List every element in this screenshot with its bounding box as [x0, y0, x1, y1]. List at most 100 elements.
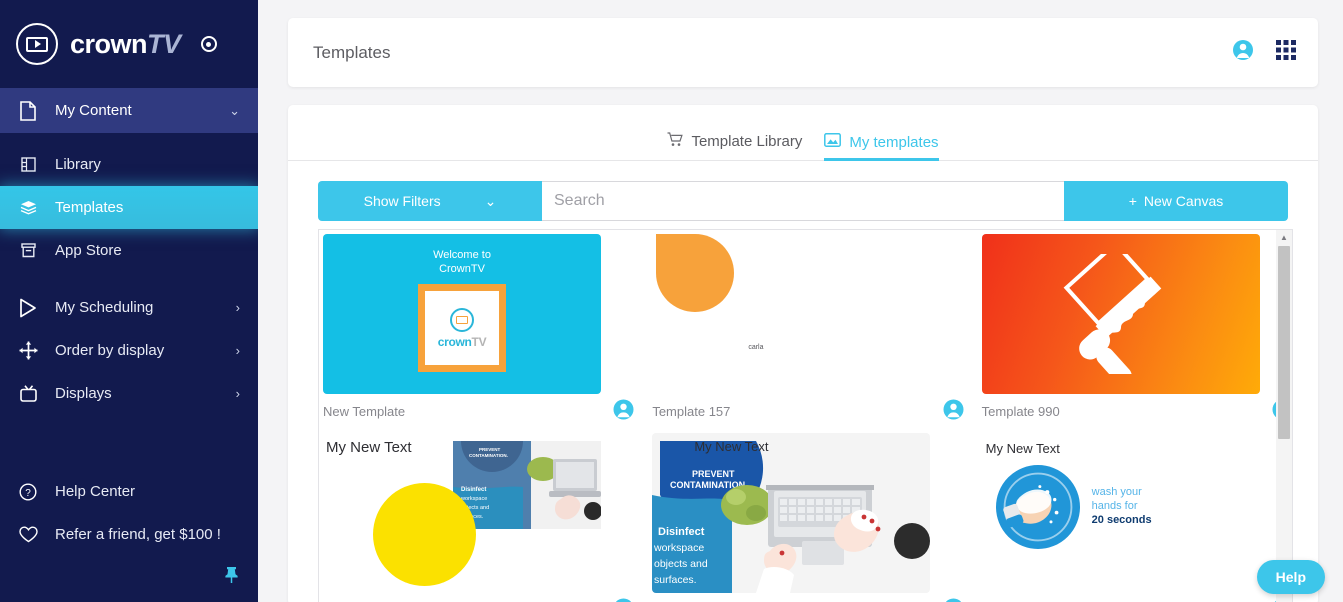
sidebar-item-templates[interactable]: Templates: [0, 186, 258, 229]
sidebar-item-displays[interactable]: Displays ›: [0, 372, 258, 415]
user-avatar-icon[interactable]: [943, 598, 964, 602]
thumb-text-line1: Welcome to: [433, 249, 491, 261]
image-frame-icon: [824, 133, 842, 151]
wash-hands-icon: [995, 465, 1080, 549]
sidebar: crownTV My Content ⌄ Library Templates A…: [0, 0, 258, 602]
sidebar-item-app-store[interactable]: App Store: [0, 229, 258, 272]
sidebar-item-label: My Scheduling: [55, 299, 154, 316]
sidebar-group-label: My Content: [55, 102, 132, 119]
template-name: Template 157: [652, 404, 731, 419]
sidebar-item-label: Refer a friend, get $100 !: [55, 526, 221, 543]
thumb-logo-suffix: TV: [471, 334, 487, 349]
tab-bar: Template Library My templates: [288, 125, 1318, 161]
template-card[interactable]: Template 990: [981, 234, 1293, 424]
play-triangle-icon: [17, 297, 39, 319]
scroll-up-arrow-icon[interactable]: ▲: [1276, 230, 1292, 244]
vertical-scrollbar[interactable]: ▲: [1276, 229, 1293, 602]
user-avatar-icon[interactable]: [1232, 39, 1254, 66]
wash-caption-line1: wash your: [1091, 486, 1142, 498]
sidebar-item-label: Templates: [55, 199, 124, 216]
brand-name-main: crown: [70, 28, 148, 59]
svg-text:PREVENT: PREVENT: [692, 469, 735, 479]
thumb-logo-main: crown: [437, 334, 472, 349]
orange-blob-shape: [656, 234, 735, 312]
template-card[interactable]: Welcome to CrownTV crownTV New Template: [323, 234, 634, 424]
template-thumbnail-yellow-circle[interactable]: My New Text PREVENT CONTAMINATION. Disin…: [323, 433, 601, 593]
page-title: Templates: [313, 42, 391, 62]
question-circle-icon: ?: [17, 481, 39, 503]
tab-template-library[interactable]: Template Library: [667, 132, 802, 161]
thumb-caption: carla: [748, 344, 764, 351]
library-grid-icon: [17, 154, 39, 176]
record-dot-icon: [200, 36, 217, 52]
template-thumbnail-paint-brush[interactable]: [981, 234, 1260, 394]
sidebar-item-label: Help Center: [55, 483, 136, 500]
template-card-footer: Template 157: [652, 394, 964, 425]
template-card-footer: Template 990: [982, 394, 1293, 424]
tv-icon: [17, 383, 39, 405]
chevron-right-icon: ›: [235, 300, 240, 315]
yellow-circle-shape: [373, 483, 476, 586]
brand-name-suffix: TV: [147, 28, 181, 59]
svg-text:?: ?: [25, 488, 31, 499]
user-avatar-icon[interactable]: [943, 399, 964, 425]
templates-grid-wrapper: Welcome to CrownTV crownTV New Template …: [318, 229, 1293, 602]
template-thumbnail-orange-blob[interactable]: carla: [652, 234, 931, 394]
wash-caption: wash your hands for 20 seconds: [1092, 485, 1152, 527]
wash-caption-line2: hands for: [1091, 500, 1138, 512]
chevron-down-icon: ⌄: [229, 102, 240, 118]
scrollbar-thumb[interactable]: [1278, 246, 1290, 439]
wash-caption-line3: 20 seconds: [1091, 514, 1152, 526]
layers-icon: [17, 197, 39, 219]
sidebar-item-my-scheduling[interactable]: My Scheduling ›: [0, 286, 258, 329]
new-canvas-label: New Canvas: [1143, 193, 1224, 209]
sidebar-item-help-center[interactable]: ? Help Center: [0, 470, 258, 513]
sidebar-group-my-content[interactable]: My Content ⌄: [0, 88, 258, 133]
sidebar-item-label: Library: [55, 156, 101, 173]
paint-brush-icon: [1063, 254, 1161, 374]
templates-panel: Template Library My templates Show Filte…: [288, 105, 1318, 602]
chevron-right-icon: ›: [235, 343, 240, 358]
chevron-right-icon: ›: [235, 386, 240, 401]
template-card[interactable]: carla Template 157: [652, 234, 964, 425]
tab-label: My templates: [849, 133, 939, 151]
svg-text:PREVENT: PREVENT: [479, 447, 501, 452]
user-avatar-icon[interactable]: [613, 399, 634, 425]
crowntv-circle-logo-icon: [16, 23, 58, 65]
store-icon: [17, 240, 39, 262]
main-content: Templates Template Library My templates …: [258, 0, 1343, 602]
svg-text:workspace: workspace: [653, 542, 704, 554]
sidebar-item-refer-a-friend[interactable]: Refer a friend, get $100 !: [0, 513, 258, 556]
crowntv-circle-logo-icon: [450, 307, 474, 332]
new-canvas-button[interactable]: + New Canvas: [1064, 181, 1288, 221]
template-thumbnail-wash-hands[interactable]: My New Text wash your hands for 20 secon…: [981, 433, 1260, 593]
help-button[interactable]: Help: [1256, 560, 1325, 594]
templates-grid: Welcome to CrownTV crownTV New Template …: [323, 234, 1293, 602]
sidebar-item-library[interactable]: Library: [0, 143, 258, 186]
shopping-cart-icon: [667, 132, 684, 151]
app-root: crownTV My Content ⌄ Library Templates A…: [0, 0, 1343, 602]
show-filters-button[interactable]: Show Filters ⌄: [318, 181, 542, 221]
chevron-down-icon: ⌄: [484, 192, 497, 209]
sidebar-item-order-by-display[interactable]: Order by display ›: [0, 329, 258, 372]
tab-my-templates[interactable]: My templates: [824, 133, 939, 161]
brand-header[interactable]: crownTV: [0, 0, 258, 88]
pushpin-icon[interactable]: [0, 556, 258, 592]
apps-grid-icon[interactable]: [1276, 40, 1296, 65]
search-input[interactable]: [542, 181, 1064, 221]
sidebar-item-label: App Store: [55, 242, 122, 259]
template-thumbnail-disinfect[interactable]: My New Text PREVENT CONTAMINATION. Disin…: [652, 433, 931, 593]
sidebar-item-label: Order by display: [55, 342, 165, 359]
template-thumbnail-welcome-crowntv[interactable]: Welcome to CrownTV crownTV: [323, 234, 601, 394]
show-filters-label: Show Filters: [363, 193, 441, 209]
template-card[interactable]: My New Text PREVENT CONTAMINATION. Disin…: [652, 433, 963, 602]
template-name: Template 990: [981, 404, 1060, 419]
heart-icon: [17, 524, 39, 546]
template-card-footer: New Template: [323, 394, 634, 424]
template-card[interactable]: My New Text wash your hands for 20 secon…: [981, 433, 1293, 602]
user-avatar-icon[interactable]: [613, 598, 634, 602]
template-card-footer: Template 123: [323, 593, 634, 602]
template-card[interactable]: My New Text PREVENT CONTAMINATION. Disin…: [323, 433, 634, 602]
